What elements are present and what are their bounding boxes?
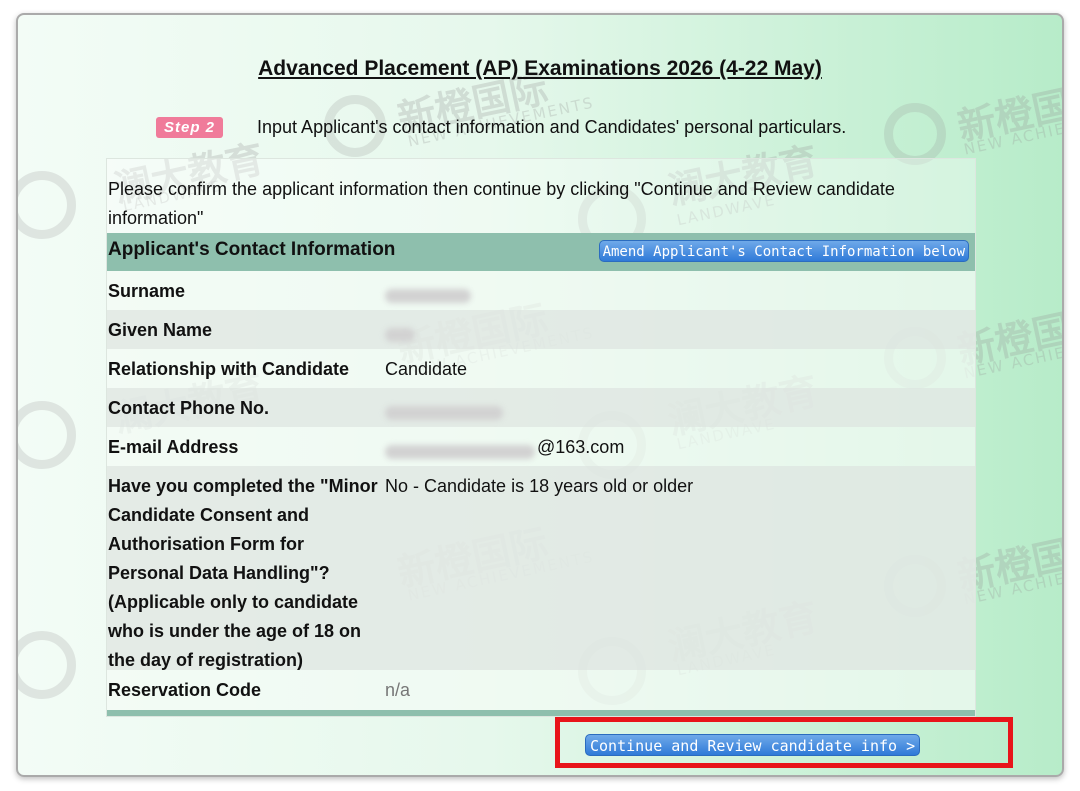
table-row-email: E-mail Address @163.com [107,427,975,466]
table-row-given-name: Given Name [107,310,975,349]
email-value: @163.com [385,433,624,462]
redacted-value [385,405,503,420]
intro-text: Please confirm the applicant information… [108,179,895,228]
table-row-surname: Surname [107,271,975,310]
redacted-value [385,444,535,459]
applicant-info-panel: Please confirm the applicant information… [106,158,976,717]
continue-review-button[interactable]: Continue and Review candidate info > [585,734,921,756]
relationship-value: Candidate [385,359,468,379]
given-name-label: Given Name [108,320,213,340]
watermark-text: NEW ACHIEVEMENTS [962,101,1064,159]
reservation-label: Reservation Code [108,680,262,700]
page-frame: 新橙国际 NEW ACHIEVEMENTS 新橙国际 NEW ACHIEVEME… [16,13,1064,777]
table-row-relationship: Relationship with Candidate Candidate [107,349,975,388]
table-row-phone: Contact Phone No. [107,388,975,427]
table-row-reservation: Reservation Code n/a [107,670,975,710]
redacted-value [385,288,471,303]
watermark-logo-icon [884,103,946,165]
email-label: E-mail Address [108,437,239,457]
consent-value: No - Candidate is 18 years old or older [385,476,694,496]
section-title: Applicant's Contact Information [108,239,396,260]
consent-label: Have you completed the "Minor Candidate … [108,476,378,670]
relationship-label: Relationship with Candidate [108,359,350,379]
reservation-value: n/a [385,680,411,700]
step-instruction: Input Applicant's contact information an… [257,117,847,137]
watermark-text: NEW ACHIEVEMENTS [962,325,1064,383]
page-title: Advanced Placement (AP) Examinations 202… [258,57,822,80]
table-row-consent: Have you completed the "Minor Candidate … [107,466,975,670]
email-domain: @163.com [537,437,625,457]
given-name-value [385,316,415,345]
surname-value [385,277,471,306]
phone-value [385,394,503,423]
table-footer-bar [107,710,975,716]
watermark-logo-icon [18,631,76,699]
watermark-text: NEW ACHIEVEMENTS [962,551,1064,609]
phone-label: Contact Phone No. [108,398,269,418]
watermark-logo-icon [18,401,76,469]
watermark-logo-icon [18,171,76,239]
section-header: Applicant's Contact Information Amend Ap… [107,233,975,271]
step-indicator: Step 2 Input Applicant's contact informa… [156,117,846,138]
continue-highlight-box: Continue and Review candidate info > [555,717,1013,768]
redacted-value [385,327,415,342]
surname-label: Surname [108,281,186,301]
amend-contact-button[interactable]: Amend Applicant's Contact Information be… [598,240,969,262]
step-badge: Step 2 [156,117,224,138]
